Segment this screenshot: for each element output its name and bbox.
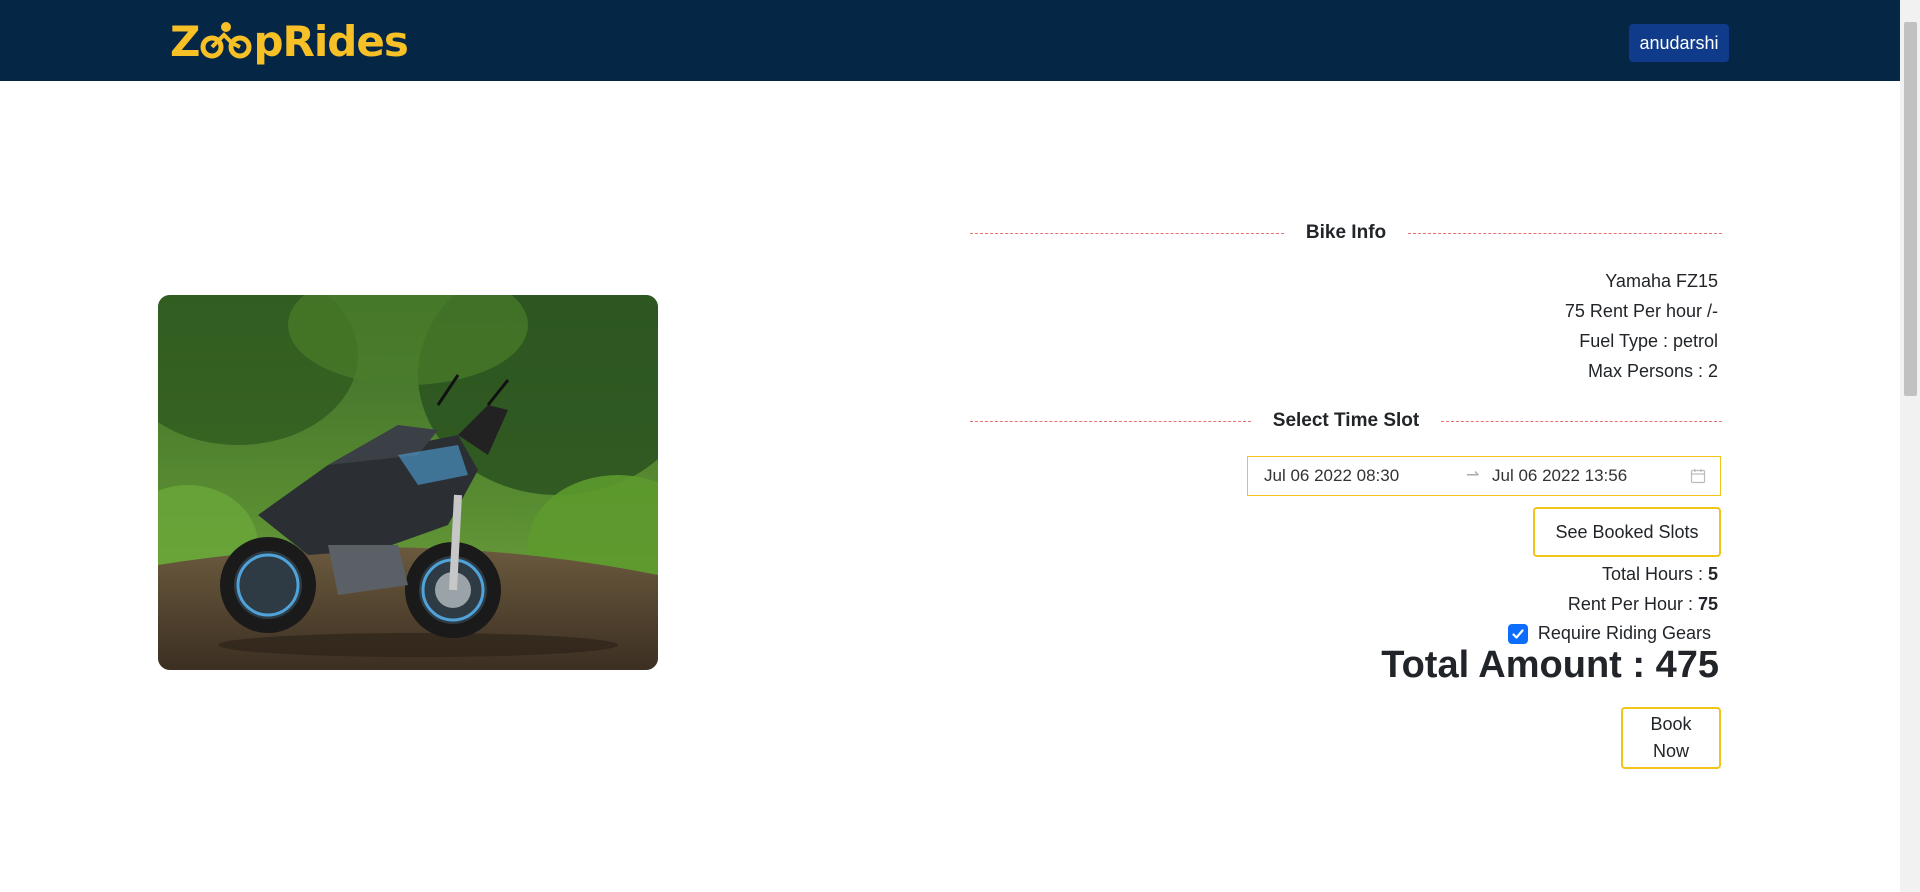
- riding-gears-label: Require Riding Gears: [1537, 623, 1711, 643]
- see-booked-slots-button[interactable]: See Booked Slots: [1533, 507, 1721, 557]
- divider-line: [970, 420, 1251, 422]
- rent-per-hour-label: Rent Per Hour :: [1567, 594, 1698, 614]
- range-arrow-icon: ⇀: [1466, 467, 1480, 484]
- time-slot-title: Select Time Slot: [1272, 410, 1420, 431]
- checkmark-icon: [1512, 628, 1524, 639]
- bike-fuel-type: Fuel Type : petrol: [1579, 331, 1718, 351]
- bike-photo: [158, 295, 658, 670]
- logo-text-start: Z: [170, 16, 200, 66]
- bike-model: Yamaha FZ15: [1605, 271, 1718, 291]
- total-hours: Total Hours : 5: [1602, 564, 1718, 585]
- bike-max-persons: Max Persons : 2: [1587, 361, 1718, 381]
- time-slot-divider: Select Time Slot: [970, 410, 1722, 432]
- divider-line: [970, 232, 1284, 234]
- end-date-input[interactable]: Jul 06 2022 13:56: [1492, 466, 1627, 486]
- rent-per-hour: Rent Per Hour : 75: [1568, 594, 1718, 615]
- logo-text-end: pRides: [253, 16, 408, 66]
- riding-gears-option[interactable]: Require Riding Gears: [1507, 623, 1711, 644]
- rider-logo-icon: [200, 21, 252, 61]
- start-date-input[interactable]: Jul 06 2022 08:30: [1264, 466, 1399, 486]
- bike-rent: 75 Rent Per hour /-: [1564, 301, 1718, 321]
- bike-info-title: Bike Info: [1305, 222, 1387, 243]
- total-hours-label: Total Hours :: [1601, 564, 1708, 584]
- riding-gears-checkbox[interactable]: [1507, 623, 1528, 644]
- navbar: Z pRides anudarshi: [0, 0, 1900, 81]
- zoomrides-logo[interactable]: Z pRides: [170, 14, 409, 68]
- book-now-button[interactable]: Book Now: [1621, 707, 1721, 769]
- divider-line: [1408, 232, 1723, 234]
- date-range-picker[interactable]: Jul 06 2022 08:30 ⇀ Jul 06 2022 13:56: [1247, 456, 1721, 496]
- bike-info-divider: Bike Info: [970, 222, 1723, 244]
- rent-per-hour-value: 75: [1697, 594, 1718, 614]
- scrollbar-thumb[interactable]: [1904, 22, 1917, 396]
- total-amount: Total Amount : 475: [1381, 644, 1719, 686]
- calendar-icon[interactable]: [1690, 468, 1706, 489]
- page-scrollbar[interactable]: [1900, 0, 1920, 892]
- total-hours-value: 5: [1707, 564, 1718, 584]
- user-menu-button[interactable]: anudarshi: [1629, 24, 1729, 62]
- divider-line: [1441, 420, 1722, 422]
